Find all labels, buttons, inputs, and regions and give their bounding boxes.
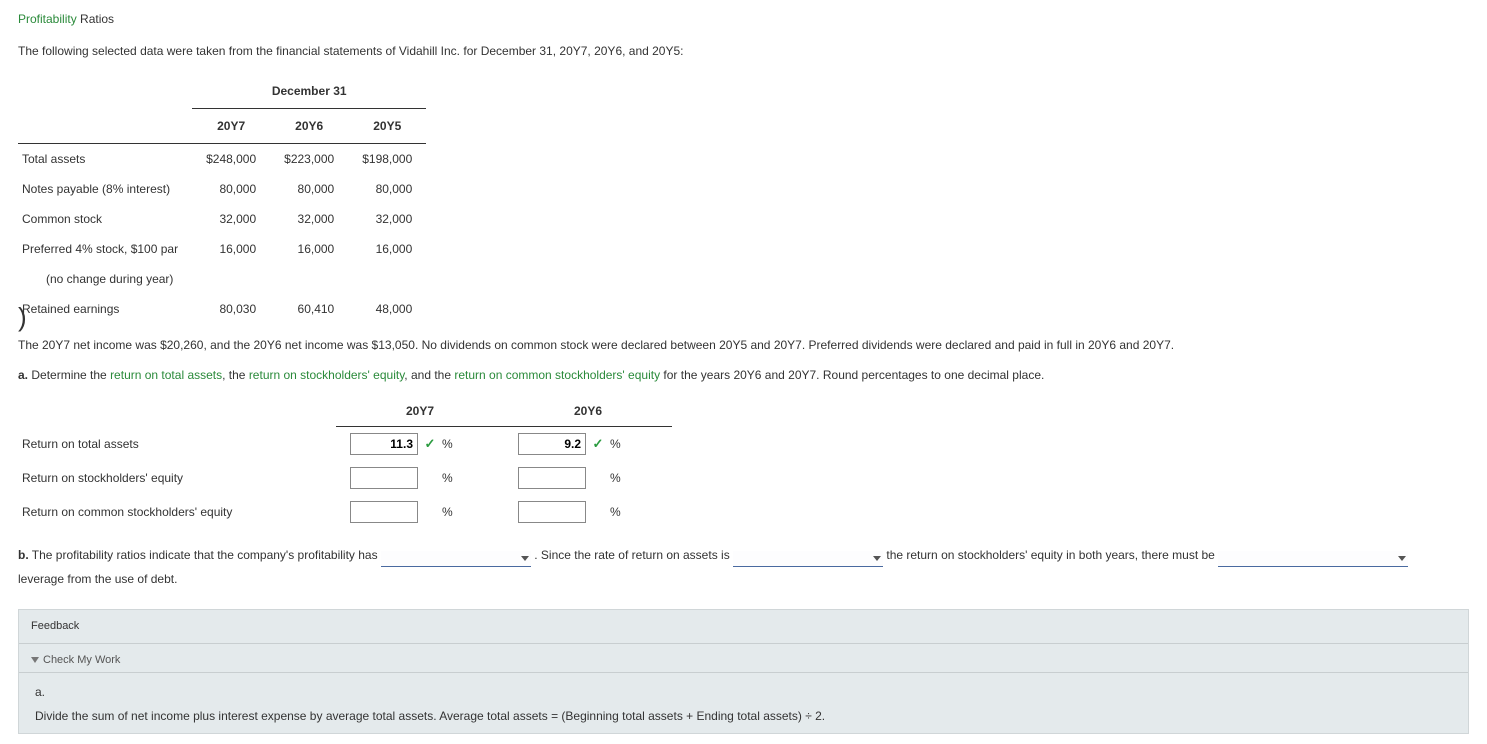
ans-col-y7: 20Y7: [336, 396, 504, 427]
answer-cell: ✓%: [336, 427, 504, 462]
paragraph-income: The 20Y7 net income was $20,260, and the…: [18, 336, 1469, 354]
intro-text: The following selected data were taken f…: [18, 42, 1469, 60]
check-my-work-toggle[interactable]: Check My Work: [19, 644, 1468, 674]
answers-table: 20Y7 20Y6 Return on total assets✓%✓%Retu…: [18, 396, 672, 529]
table-row: (no change during year): [18, 264, 426, 294]
cell-value: $248,000: [192, 144, 270, 175]
title-word-green: Profitability: [18, 12, 77, 26]
ans-col-y6: 20Y6: [504, 396, 672, 427]
select-rate-comparison[interactable]: [733, 551, 883, 567]
answer-row: Return on total assets✓%✓%: [18, 427, 672, 462]
answer-input[interactable]: [350, 467, 418, 489]
table-group-header: December 31: [192, 74, 426, 109]
answer-cell: %: [336, 461, 504, 495]
cell-value: 60,410: [270, 294, 348, 324]
feedback-a-label: a.: [35, 683, 1452, 701]
cell-value: $198,000: [348, 144, 426, 175]
title-word-rest: Ratios: [77, 12, 114, 26]
col-y5: 20Y5: [348, 109, 426, 144]
cell-value: 16,000: [192, 234, 270, 264]
row-label: Retained earnings: [18, 294, 192, 324]
answer-cell: ✓%: [504, 427, 672, 462]
table-row: Notes payable (8% interest)80,00080,0008…: [18, 174, 426, 204]
decorative-arc: ): [18, 304, 27, 330]
cell-value: 80,000: [348, 174, 426, 204]
percent-label: %: [442, 435, 453, 453]
cell-value: 80,000: [192, 174, 270, 204]
row-label: Common stock: [18, 204, 192, 234]
percent-label: %: [610, 503, 621, 521]
answer-row-label: Return on total assets: [18, 427, 336, 462]
col-y7: 20Y7: [192, 109, 270, 144]
feedback-header: Feedback: [19, 610, 1468, 644]
checkmark-icon: ✓: [424, 434, 436, 454]
checkmark-icon: ✓: [592, 434, 604, 454]
percent-label: %: [442, 503, 453, 521]
cell-value: 16,000: [270, 234, 348, 264]
feedback-panel: Feedback Check My Work a. Divide the sum…: [18, 609, 1469, 734]
row-label: Notes payable (8% interest): [18, 174, 192, 204]
answer-input[interactable]: [518, 501, 586, 523]
chevron-down-icon: [31, 657, 39, 663]
qa-label: a.: [18, 368, 28, 382]
col-y6: 20Y6: [270, 109, 348, 144]
cell-value: $223,000: [270, 144, 348, 175]
qb-label: b.: [18, 548, 29, 562]
answer-row-label: Return on stockholders' equity: [18, 461, 336, 495]
select-leverage[interactable]: [1218, 551, 1408, 567]
table-row: Preferred 4% stock, $100 par16,00016,000…: [18, 234, 426, 264]
answer-row: Return on stockholders' equity%%: [18, 461, 672, 495]
select-profitability-trend[interactable]: [381, 551, 531, 567]
percent-label: %: [610, 469, 621, 487]
answer-cell: %: [504, 495, 672, 529]
cell-value: 80,000: [270, 174, 348, 204]
answer-cell: %: [504, 461, 672, 495]
link-return-stockholders-equity[interactable]: return on stockholders' equity: [249, 368, 404, 382]
cell-value: 80,030: [192, 294, 270, 324]
answer-cell: %: [336, 495, 504, 529]
cell-value: 32,000: [270, 204, 348, 234]
question-b: b. The profitability ratios indicate tha…: [18, 543, 1469, 591]
answer-input[interactable]: [350, 501, 418, 523]
percent-label: %: [442, 469, 453, 487]
link-return-common-stockholders-equity[interactable]: return on common stockholders' equity: [454, 368, 660, 382]
row-label: Total assets: [18, 144, 192, 175]
answer-input[interactable]: [350, 433, 418, 455]
cell-value: 32,000: [348, 204, 426, 234]
feedback-a-text: Divide the sum of net income plus intere…: [35, 707, 1452, 725]
cell-value: 16,000: [348, 234, 426, 264]
cell-value: [192, 264, 270, 294]
table-row: Retained earnings80,03060,41048,000: [18, 294, 426, 324]
table-row: Common stock32,00032,00032,000: [18, 204, 426, 234]
question-a: a. Determine the return on total assets,…: [18, 366, 1469, 384]
table-row: Total assets$248,000$223,000$198,000: [18, 144, 426, 175]
cell-value: 48,000: [348, 294, 426, 324]
page-title: Profitability Ratios: [18, 10, 1469, 28]
row-label: Preferred 4% stock, $100 par: [18, 234, 192, 264]
answer-row: Return on common stockholders' equity%%: [18, 495, 672, 529]
link-return-total-assets[interactable]: return on total assets: [110, 368, 222, 382]
answer-row-label: Return on common stockholders' equity: [18, 495, 336, 529]
answer-input[interactable]: [518, 467, 586, 489]
cell-value: 32,000: [192, 204, 270, 234]
percent-label: %: [610, 435, 621, 453]
cell-value: [348, 264, 426, 294]
answer-input[interactable]: [518, 433, 586, 455]
cell-value: [270, 264, 348, 294]
financial-data-table: December 31 20Y7 20Y6 20Y5 Total assets$…: [18, 74, 426, 324]
row-label: (no change during year): [18, 264, 192, 294]
